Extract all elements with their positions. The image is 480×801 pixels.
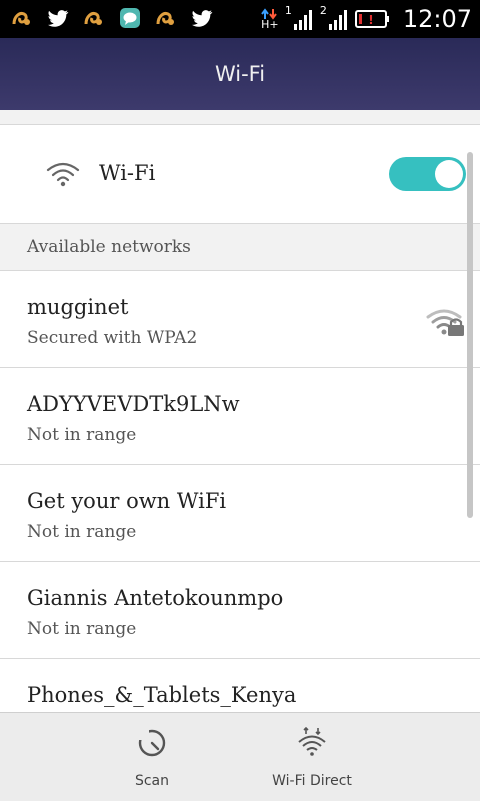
wifi-direct-icon	[298, 727, 326, 756]
bottom-action-bar: Scan Wi-Fi Direct	[0, 712, 480, 801]
wifi-toggle-switch[interactable]	[389, 157, 466, 191]
network-name: Get your own WiFi	[27, 489, 227, 513]
scrollbar[interactable]	[467, 152, 473, 518]
clock: 12:07	[402, 5, 472, 33]
wifi-direct-label: Wi-Fi Direct	[272, 773, 352, 789]
scan-label: Scan	[134, 773, 170, 789]
wifi-toggle-label: Wi-Fi	[99, 161, 156, 185]
wifi-settings-list[interactable]: Wi-Fi Available networks mugginet Secure…	[0, 110, 480, 712]
uc-browser-icon	[84, 12, 102, 25]
network-type-label: H+	[261, 18, 279, 31]
network-item-mugginet[interactable]: mugginet Secured with WPA2	[0, 271, 480, 368]
sim2-label: 2	[319, 3, 327, 17]
network-status: Not in range	[27, 619, 137, 639]
page-title: Wi-Fi	[214, 62, 266, 86]
network-item[interactable]: Giannis Antetokounmpo Not in range	[0, 562, 480, 659]
network-name: mugginet	[27, 295, 129, 319]
status-bar: H+ 1 2 ! 12:07	[0, 0, 480, 38]
list-top-spacer	[0, 110, 480, 125]
scan-icon	[138, 729, 166, 757]
network-status: Not in range	[27, 522, 137, 542]
signal-strength-icon	[293, 10, 312, 30]
wifi-toggle-row[interactable]: Wi-Fi	[0, 125, 480, 224]
chat-icon	[120, 8, 140, 28]
app-header: Wi-Fi	[0, 38, 480, 110]
network-status: Not in range	[27, 425, 137, 445]
notification-icons	[10, 6, 214, 30]
system-status-icons: H+ 1 2 ! 12:07	[261, 2, 472, 36]
section-title: Available networks	[27, 237, 191, 257]
network-item[interactable]: Phones_&_Tablets_Kenya	[0, 659, 480, 712]
battery-low-icon: !	[354, 10, 389, 28]
sim1-label: 1	[284, 3, 292, 17]
twitter-icon	[48, 10, 69, 27]
twitter-icon	[192, 10, 213, 27]
scan-button[interactable]: Scan	[62, 713, 242, 801]
uc-browser-icon	[12, 12, 30, 25]
network-name: ADYYVEVDTk9LNw	[27, 392, 240, 416]
signal-strength-icon	[328, 10, 347, 30]
data-activity-indicator: H+	[261, 8, 279, 30]
wifi-secured-icon	[426, 309, 464, 336]
network-item[interactable]: Get your own WiFi Not in range	[0, 465, 480, 562]
network-name: Phones_&_Tablets_Kenya	[27, 683, 297, 707]
network-name: Giannis Antetokounmpo	[27, 586, 284, 610]
wifi-direct-button[interactable]: Wi-Fi Direct	[222, 713, 402, 801]
network-item[interactable]: ADYYVEVDTk9LNw Not in range	[0, 368, 480, 465]
section-header: Available networks	[0, 224, 480, 271]
toggle-knob	[435, 160, 463, 188]
uc-browser-icon	[156, 12, 174, 25]
svg-text:!: !	[368, 13, 373, 27]
network-status: Secured with WPA2	[27, 328, 198, 348]
wifi-icon	[46, 162, 80, 187]
